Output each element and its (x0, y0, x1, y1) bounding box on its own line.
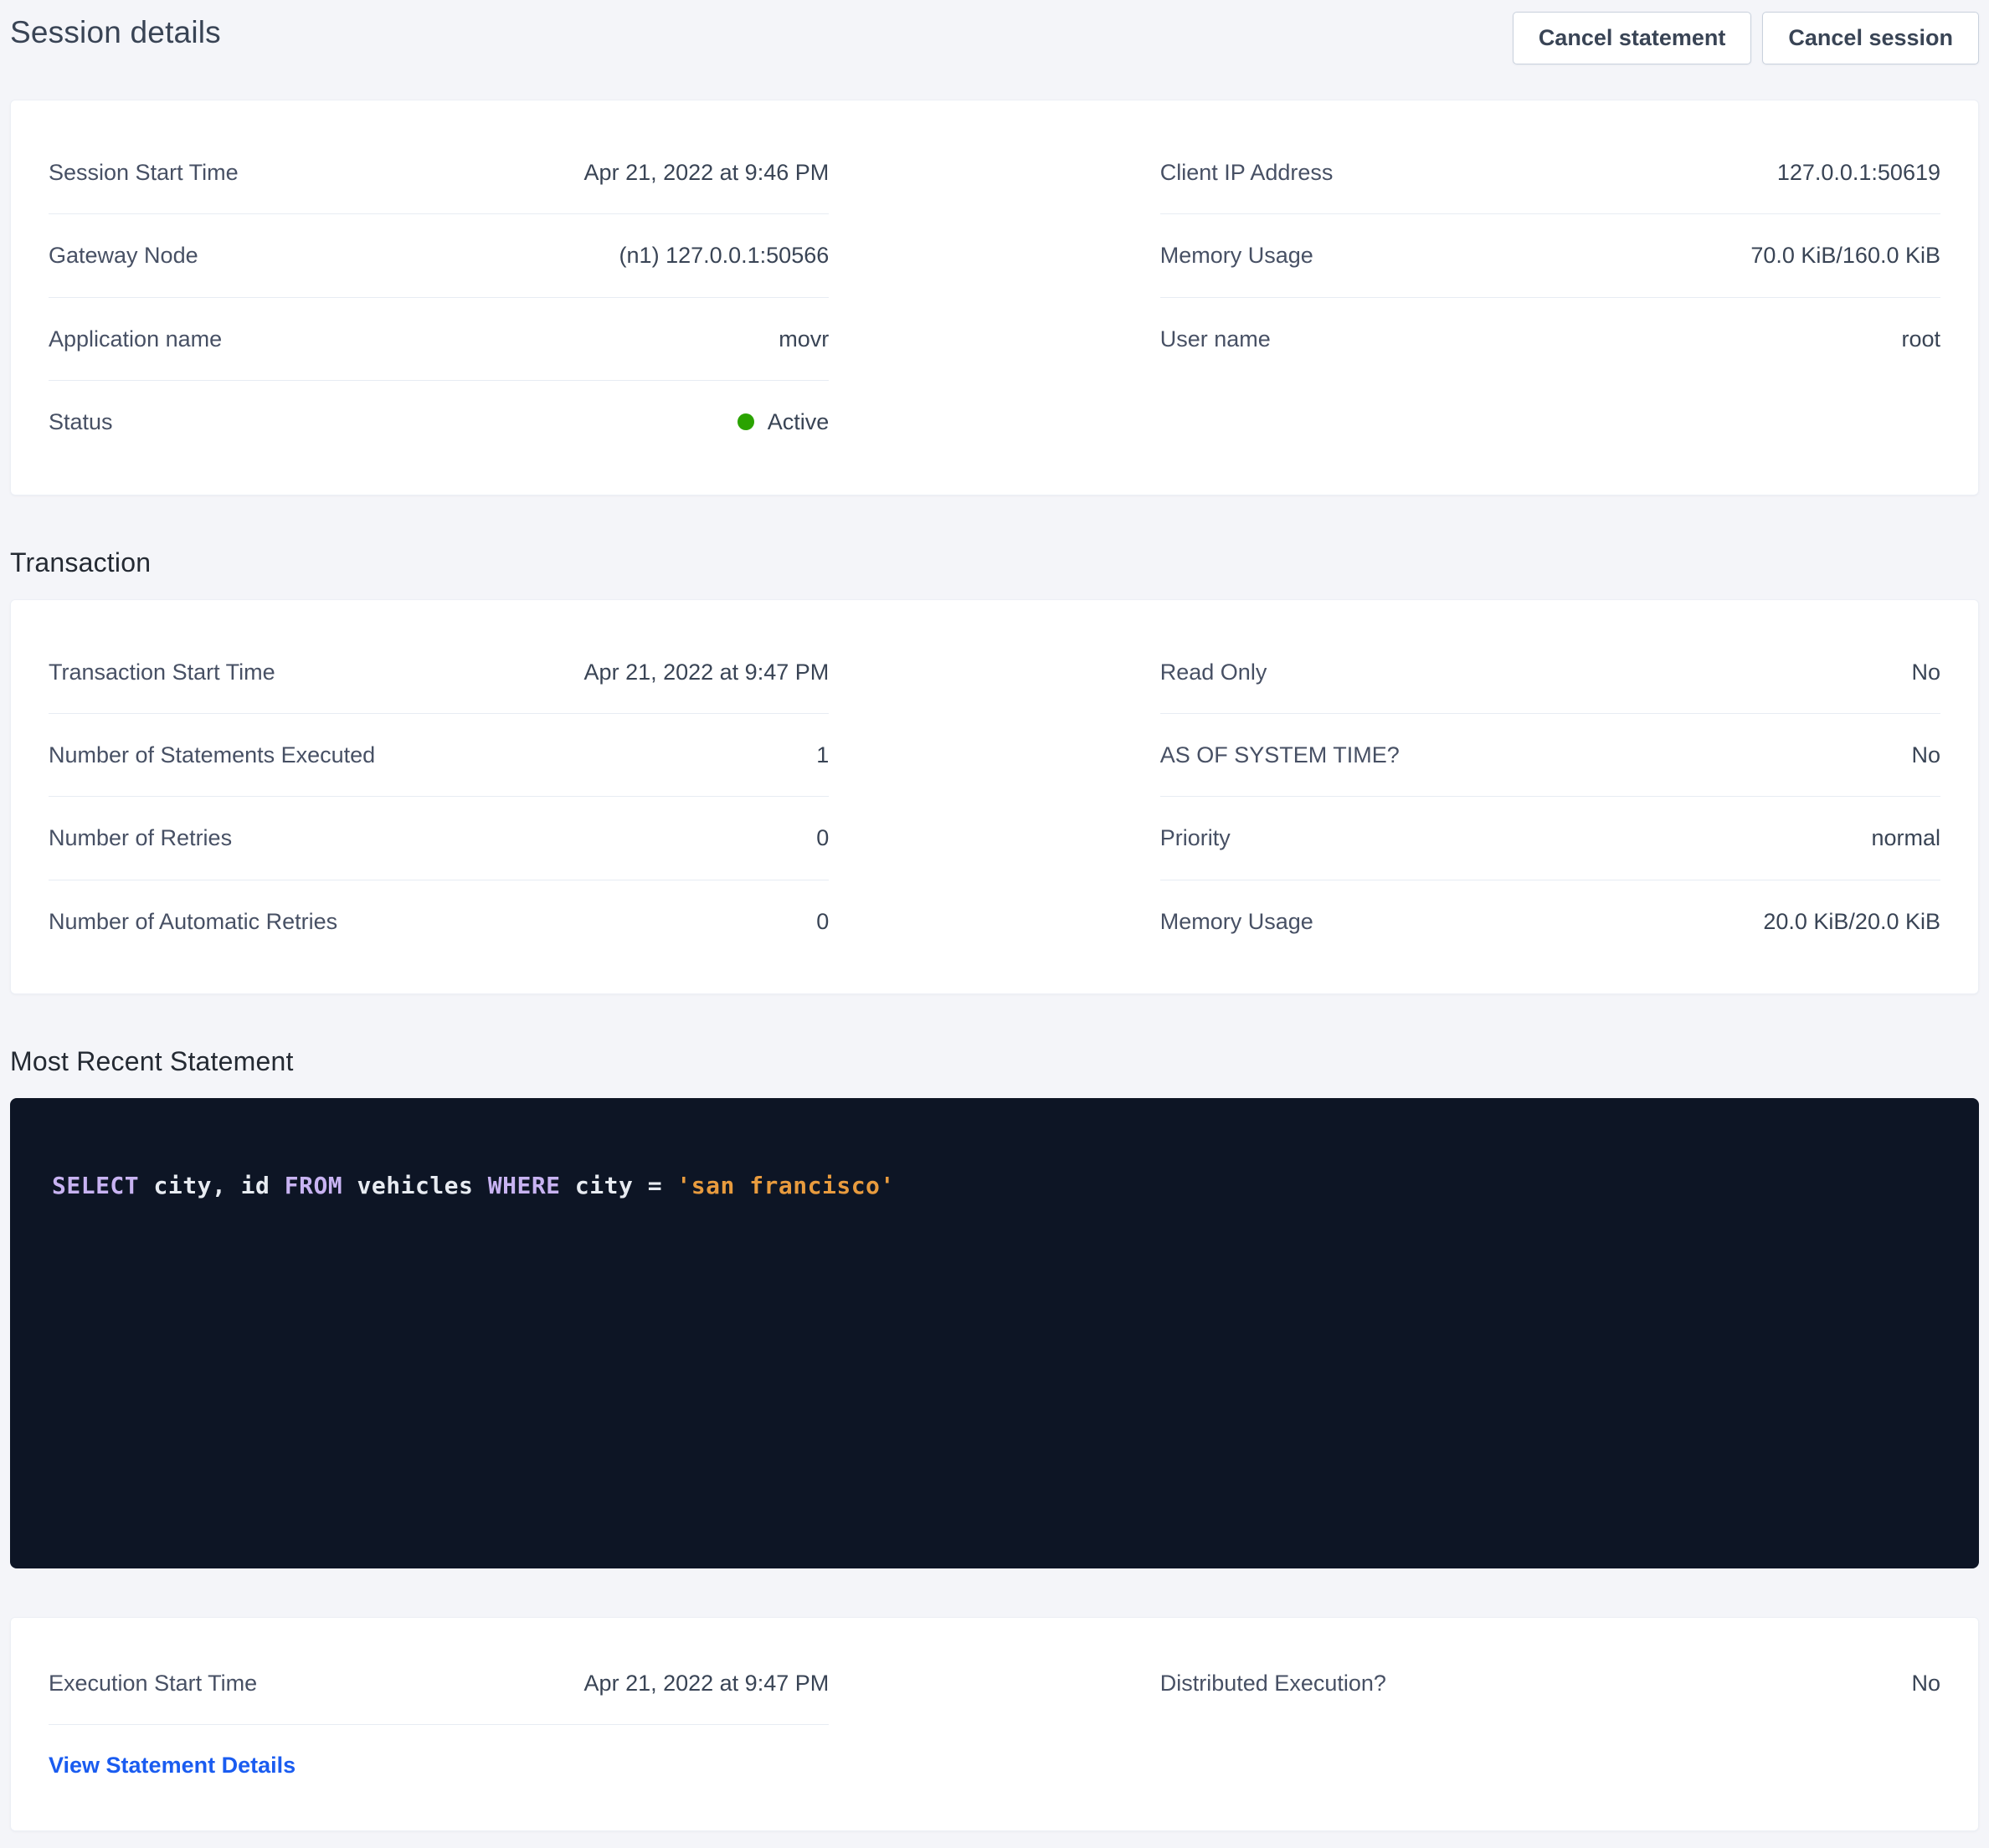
sql-keyword: FROM (285, 1172, 342, 1199)
session-summary-card: Session Start Time Apr 21, 2022 at 9:46 … (10, 100, 1979, 495)
statements-executed-label: Number of Statements Executed (49, 742, 375, 768)
status-value: Active (768, 408, 830, 435)
number-of-retries-value: 0 (816, 824, 829, 851)
status-active-dot-icon (738, 413, 754, 430)
transaction-memory-usage-row: Memory Usage 20.0 KiB/20.0 KiB (1160, 880, 1940, 963)
gateway-node-row: Gateway Node (n1) 127.0.0.1:50566 (49, 214, 829, 297)
sql-keyword: WHERE (488, 1172, 561, 1199)
automatic-retries-label: Number of Automatic Retries (49, 908, 337, 935)
session-start-time-value: Apr 21, 2022 at 9:46 PM (584, 159, 830, 186)
distributed-execution-row: Distributed Execution? No (1160, 1643, 1940, 1723)
transaction-card-right-column: Read Only No AS OF SYSTEM TIME? No Prior… (1160, 631, 1940, 963)
distributed-execution-value: No (1911, 1670, 1940, 1697)
execution-start-time-value: Apr 21, 2022 at 9:47 PM (584, 1670, 830, 1697)
transaction-card: Transaction Start Time Apr 21, 2022 at 9… (10, 599, 1979, 995)
priority-label: Priority (1160, 824, 1231, 851)
page-header: Session details Cancel statement Cancel … (10, 12, 1979, 64)
status-row: Status Active (49, 381, 829, 463)
priority-row: Priority normal (1160, 797, 1940, 880)
execution-card-right-column: Distributed Execution? No (1160, 1643, 1940, 1805)
sql-keyword: SELECT (52, 1172, 139, 1199)
as-of-system-time-row: AS OF SYSTEM TIME? No (1160, 714, 1940, 797)
application-name-label: Application name (49, 326, 222, 352)
status-badge: Active (738, 408, 830, 435)
sql-string-literal: 'san francisco' (676, 1172, 894, 1199)
transaction-memory-usage-label: Memory Usage (1160, 908, 1313, 935)
distributed-execution-label: Distributed Execution? (1160, 1670, 1386, 1697)
session-start-time-row: Session Start Time Apr 21, 2022 at 9:46 … (49, 131, 829, 214)
user-name-row: User name root (1160, 298, 1940, 380)
read-only-label: Read Only (1160, 659, 1267, 685)
session-memory-usage-value: 70.0 KiB/160.0 KiB (1750, 242, 1940, 269)
execution-card: Execution Start Time Apr 21, 2022 at 9:4… (10, 1617, 1979, 1831)
execution-start-time-row: Execution Start Time Apr 21, 2022 at 9:4… (49, 1643, 829, 1724)
transaction-card-left-column: Transaction Start Time Apr 21, 2022 at 9… (49, 631, 829, 963)
transaction-start-time-row: Transaction Start Time Apr 21, 2022 at 9… (49, 631, 829, 714)
transaction-section-title: Transaction (10, 547, 1979, 578)
gateway-node-label: Gateway Node (49, 242, 198, 269)
sql-statement-box: SELECT city, id FROM vehicles WHERE city… (10, 1098, 1979, 1568)
view-statement-details-row: View Statement Details (49, 1725, 829, 1805)
view-statement-details-link[interactable]: View Statement Details (49, 1752, 296, 1779)
statements-executed-value: 1 (816, 742, 829, 768)
as-of-system-time-value: No (1911, 742, 1940, 768)
page-title: Session details (10, 15, 221, 50)
most-recent-statement-section-title: Most Recent Statement (10, 1046, 1979, 1077)
session-card-right-column: Client IP Address 127.0.0.1:50619 Memory… (1160, 131, 1940, 464)
priority-value: normal (1871, 824, 1940, 851)
client-ip-value: 127.0.0.1:50619 (1777, 159, 1940, 186)
statements-executed-row: Number of Statements Executed 1 (49, 714, 829, 797)
sql-statement-text: SELECT city, id FROM vehicles WHERE city… (52, 1172, 1937, 1199)
status-label: Status (49, 408, 113, 435)
client-ip-label: Client IP Address (1160, 159, 1334, 186)
automatic-retries-value: 0 (816, 908, 829, 935)
number-of-retries-label: Number of Retries (49, 824, 232, 851)
cancel-session-button[interactable]: Cancel session (1762, 12, 1979, 64)
transaction-memory-usage-value: 20.0 KiB/20.0 KiB (1763, 908, 1940, 935)
sql-identifiers: vehicles (342, 1172, 488, 1199)
session-memory-usage-label: Memory Usage (1160, 242, 1313, 269)
read-only-row: Read Only No (1160, 631, 1940, 714)
sql-identifiers: city, id (139, 1172, 285, 1199)
user-name-label: User name (1160, 326, 1271, 352)
number-of-retries-row: Number of Retries 0 (49, 797, 829, 880)
sql-identifiers: city = (561, 1172, 677, 1199)
session-card-left-column: Session Start Time Apr 21, 2022 at 9:46 … (49, 131, 829, 464)
application-name-row: Application name movr (49, 298, 829, 381)
application-name-value: movr (779, 326, 829, 352)
header-actions: Cancel statement Cancel session (1513, 12, 1979, 64)
read-only-value: No (1911, 659, 1940, 685)
execution-start-time-label: Execution Start Time (49, 1670, 257, 1697)
automatic-retries-row: Number of Automatic Retries 0 (49, 880, 829, 963)
as-of-system-time-label: AS OF SYSTEM TIME? (1160, 742, 1400, 768)
session-start-time-label: Session Start Time (49, 159, 239, 186)
cancel-statement-button[interactable]: Cancel statement (1513, 12, 1752, 64)
gateway-node-link[interactable]: (n1) 127.0.0.1:50566 (619, 242, 830, 269)
execution-card-left-column: Execution Start Time Apr 21, 2022 at 9:4… (49, 1643, 829, 1805)
client-ip-row: Client IP Address 127.0.0.1:50619 (1160, 131, 1940, 214)
user-name-value: root (1901, 326, 1940, 352)
session-memory-usage-row: Memory Usage 70.0 KiB/160.0 KiB (1160, 214, 1940, 297)
transaction-start-time-value: Apr 21, 2022 at 9:47 PM (584, 659, 830, 685)
transaction-start-time-label: Transaction Start Time (49, 659, 275, 685)
